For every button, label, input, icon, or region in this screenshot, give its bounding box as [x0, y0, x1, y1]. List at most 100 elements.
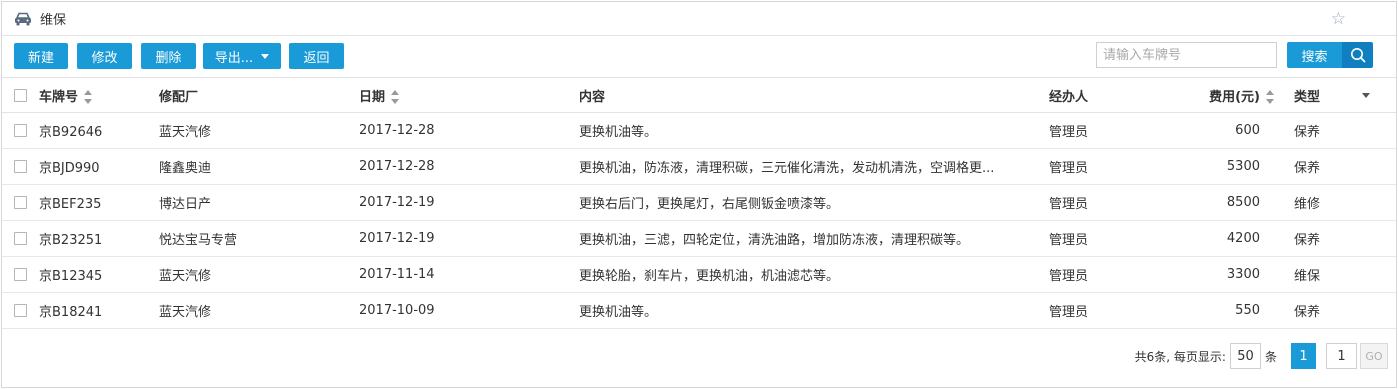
cell-cost: 600 — [1149, 112, 1279, 149]
column-header-content: 内容 — [579, 77, 1049, 113]
cell-shop: 蓝天汽修 — [159, 292, 359, 329]
cell-empty — [1335, 256, 1396, 293]
page-size-unit: 条 — [1264, 349, 1277, 364]
cell-cost: 550 — [1149, 292, 1279, 329]
cell-cost: 8500 — [1149, 184, 1279, 221]
column-header-shop-label: 修配厂 — [159, 89, 199, 105]
table-row[interactable]: 京B12345 蓝天汽修 2017-11-14 更换轮胎，刹车片，更换机油，机油滤芯等… — [2, 256, 1396, 293]
panel-titlebar: 维保 ☆ — [2, 2, 1396, 36]
cell-type: 保养 — [1279, 292, 1335, 329]
cell-plate: 京B23251 — [39, 220, 159, 257]
cell-date: 2017-10-09 — [359, 292, 579, 329]
column-header-shop: 修配厂 — [159, 77, 359, 113]
cell-plate: 京B92646 — [39, 112, 159, 149]
favorite-star-icon[interactable]: ☆ — [1331, 9, 1346, 29]
row-checkbox-cell — [2, 220, 39, 257]
select-all-checkbox[interactable] — [14, 88, 27, 102]
cell-cost: 5300 — [1149, 148, 1279, 185]
row-checkbox-cell — [2, 184, 39, 221]
cell-empty — [1335, 184, 1396, 221]
sort-icon[interactable] — [1266, 90, 1275, 104]
cell-handler: 管理员 — [1049, 292, 1149, 329]
car-icon — [15, 12, 31, 25]
page-title: 维保 — [40, 13, 67, 28]
export-dropdown-button[interactable]: 导出... — [203, 43, 281, 69]
column-header-plate[interactable]: 车牌号 — [39, 77, 159, 113]
cell-shop: 隆鑫奥迪 — [159, 148, 359, 185]
page-size-input[interactable]: 50 — [1229, 343, 1261, 369]
cell-type: 保养 — [1279, 220, 1335, 257]
table-row[interactable]: 京B18241 蓝天汽修 2017-10-09 更换机油等。 管理员 550 保养 — [2, 292, 1396, 329]
page-button-current[interactable]: 1 — [1291, 343, 1316, 369]
row-checkbox[interactable] — [14, 124, 27, 137]
column-header-handler: 经办人 — [1049, 77, 1149, 113]
cell-content: 更换机油，三滤，四轮定位，清洗油路，增加防冻液，清理积碳等。 — [579, 220, 1049, 257]
cell-empty — [1335, 220, 1396, 257]
cell-empty — [1335, 148, 1396, 185]
row-checkbox-cell — [2, 292, 39, 329]
cell-type: 保养 — [1279, 148, 1335, 185]
column-header-cost[interactable]: 费用(元) — [1149, 77, 1279, 113]
pagination: 共6条, 每页显示: 50 条 1 1 GO — [1135, 342, 1388, 370]
cell-cost: 3300 — [1149, 256, 1279, 293]
row-checkbox[interactable] — [14, 304, 27, 317]
cell-date: 2017-12-28 — [359, 148, 579, 185]
cell-handler: 管理员 — [1049, 184, 1149, 221]
row-checkbox[interactable] — [14, 268, 27, 281]
plate-search-input[interactable] — [1096, 42, 1277, 68]
table-row[interactable]: 京B23251 悦达宝马专营 2017-12-19 更换机油，三滤，四轮定位，清洗油路… — [2, 220, 1396, 257]
sort-icon[interactable] — [391, 90, 400, 104]
cell-handler: 管理员 — [1049, 256, 1149, 293]
row-checkbox[interactable] — [14, 232, 27, 245]
table-row[interactable]: 京B92646 蓝天汽修 2017-12-28 更换机油等。 管理员 600 保养 — [2, 112, 1396, 149]
column-header-type-label: 类型 — [1293, 89, 1320, 105]
row-checkbox-cell — [2, 112, 39, 149]
column-header-date-label: 日期 — [359, 89, 386, 105]
cell-plate: 京B18241 — [39, 292, 159, 329]
cell-plate: 京B12345 — [39, 256, 159, 293]
delete-button[interactable]: 删除 — [141, 43, 196, 69]
chevron-down-icon — [261, 53, 270, 59]
cell-content: 更换机油等。 — [579, 112, 1049, 149]
column-header-date[interactable]: 日期 — [359, 77, 579, 113]
cell-type: 维保 — [1279, 256, 1335, 293]
row-checkbox-cell — [2, 148, 39, 185]
cell-empty — [1335, 292, 1396, 329]
table-header-row: 车牌号 修配厂 日期 内容 经办人 费用(元) 类型 — [2, 77, 1396, 113]
cell-date: 2017-12-19 — [359, 184, 579, 221]
page-jump-input[interactable]: 1 — [1326, 343, 1357, 369]
search-icon-button[interactable] — [1342, 42, 1373, 68]
column-header-content-label: 内容 — [579, 89, 606, 105]
cell-content: 更换机油等。 — [579, 292, 1049, 329]
sort-icon[interactable] — [84, 90, 93, 104]
search-button[interactable]: 搜索 — [1287, 42, 1342, 68]
table-row[interactable]: 京BJD990 隆鑫奥迪 2017-12-28 更换机油，防冻液，清理积碳，三元催化清… — [2, 148, 1396, 185]
cell-content: 更换轮胎，刹车片，更换机油，机油滤芯等。 — [579, 256, 1049, 293]
column-header-cost-label: 费用(元) — [1209, 89, 1260, 105]
cell-plate: 京BJD990 — [39, 148, 159, 185]
cell-date: 2017-12-19 — [359, 220, 579, 257]
cell-content: 更换机油，防冻液，清理积碳，三元催化清洗，发动机清洗，空调格更... — [579, 148, 1049, 185]
table-row[interactable]: 京BEF235 博达日产 2017-12-19 更换右后门，更换尾灯，右尾侧钣金喷漆等… — [2, 184, 1396, 221]
column-header-type: 类型 — [1279, 77, 1335, 113]
cell-content: 更换右后门，更换尾灯，右尾侧钣金喷漆等。 — [579, 184, 1049, 221]
select-all-cell — [2, 77, 39, 113]
go-button[interactable]: GO — [1360, 343, 1388, 369]
cell-cost: 4200 — [1149, 220, 1279, 257]
cell-date: 2017-12-28 — [359, 112, 579, 149]
row-checkbox-cell — [2, 256, 39, 293]
back-button[interactable]: 返回 — [289, 43, 344, 69]
column-header-handler-label: 经办人 — [1049, 89, 1089, 105]
cell-shop: 悦达宝马专营 — [159, 220, 359, 257]
cell-empty — [1335, 112, 1396, 149]
maintenance-table: 车牌号 修配厂 日期 内容 经办人 费用(元) 类型 京B92646 蓝天汽修 20… — [2, 77, 1396, 329]
cell-plate: 京BEF235 — [39, 184, 159, 221]
edit-button[interactable]: 修改 — [77, 43, 132, 69]
column-menu-cell[interactable] — [1335, 77, 1396, 113]
cell-shop: 博达日产 — [159, 184, 359, 221]
row-checkbox[interactable] — [14, 160, 27, 173]
row-checkbox[interactable] — [14, 196, 27, 209]
cell-type: 保养 — [1279, 112, 1335, 149]
column-menu-icon[interactable] — [1361, 92, 1370, 98]
new-button[interactable]: 新建 — [14, 43, 68, 69]
